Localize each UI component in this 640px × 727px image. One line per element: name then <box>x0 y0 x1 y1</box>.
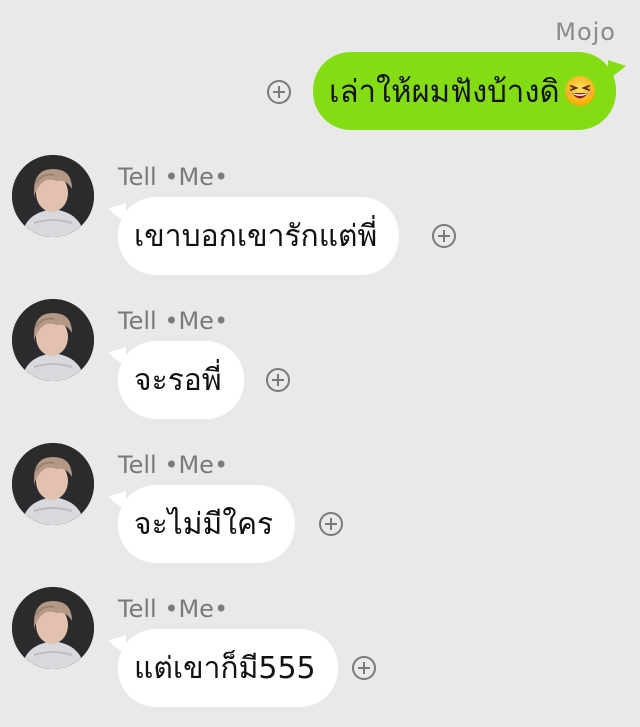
contact-name: Tell •Me• <box>118 307 229 335</box>
incoming-message-bubble[interactable]: จะไม่มีใคร <box>107 485 296 563</box>
grinning-squinting-face-icon <box>564 75 596 107</box>
incoming-message-bubble[interactable]: เขาบอกเขารักแต่พี่ <box>107 197 400 275</box>
avatar[interactable] <box>12 443 94 525</box>
incoming-message-text: จะไม่มีใคร <box>134 506 274 542</box>
outgoing-sender-name: Mojo <box>555 18 616 46</box>
outgoing-message-bubble[interactable]: เล่าให้ผมฟังบ้างดิ <box>313 52 626 130</box>
contact-name: Tell •Me• <box>118 163 229 191</box>
chat-view: Mojo เล่าให้ผมฟังบ้างดิ Tell •Me• เขาบอก… <box>0 0 640 707</box>
incoming-message: Tell •Me• จะรอพี่ <box>0 299 640 439</box>
incoming-message-text: เขาบอกเขารักแต่พี่ <box>134 218 378 254</box>
add-reaction-icon[interactable] <box>352 656 376 680</box>
contact-name: Tell •Me• <box>118 451 229 479</box>
incoming-message-bubble[interactable]: จะรอพี่ <box>108 341 244 419</box>
avatar[interactable] <box>12 155 94 237</box>
incoming-message: Tell •Me• เขาบอกเขารักแต่พี่ <box>0 155 640 295</box>
incoming-message-bubble[interactable]: แต่เขาก็มี555 <box>108 629 338 707</box>
avatar[interactable] <box>12 299 94 381</box>
outgoing-message-text: เล่าให้ผมฟังบ้างดิ <box>329 74 560 110</box>
incoming-message-text: แต่เขาก็มี555 <box>134 650 316 686</box>
contact-name: Tell •Me• <box>118 595 229 623</box>
incoming-message: Tell •Me• แต่เขาก็มี555 <box>0 587 640 727</box>
incoming-message-text: จะรอพี่ <box>134 362 222 398</box>
add-reaction-icon[interactable] <box>267 80 291 104</box>
add-reaction-icon[interactable] <box>266 368 290 392</box>
add-reaction-icon[interactable] <box>432 224 456 248</box>
avatar[interactable] <box>12 587 94 669</box>
add-reaction-icon[interactable] <box>319 512 343 536</box>
incoming-message: Tell •Me• จะไม่มีใคร <box>0 443 640 583</box>
